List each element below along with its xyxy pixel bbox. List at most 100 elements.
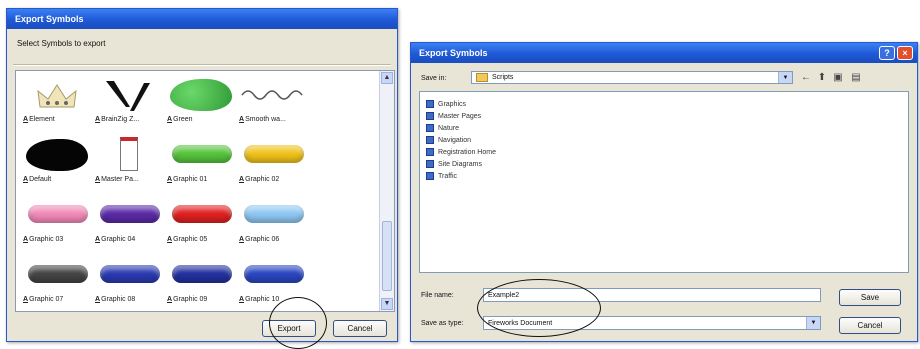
symbol-label: A Graphic 04 xyxy=(95,236,135,243)
close-icon: × xyxy=(902,48,908,58)
file-name-input[interactable]: Example2 xyxy=(483,288,821,302)
symbol-item[interactable]: A Graphic 06 xyxy=(238,195,308,251)
pill-graphic xyxy=(172,145,232,163)
instruction-label: Select Symbols to export xyxy=(17,39,106,48)
black-drop-graphic xyxy=(26,139,88,171)
symbol-label: A Default xyxy=(23,176,51,183)
folder-list[interactable]: Graphics Master Pages Nature Navigation Regi… xyxy=(419,91,909,273)
symbol-item[interactable]: A Graphic 02 xyxy=(238,135,308,191)
text-style-icon: A xyxy=(239,296,245,303)
folder-icon xyxy=(426,136,434,144)
symbol-thumbnail xyxy=(96,77,162,113)
up-folder-icon[interactable]: ⬆ xyxy=(815,71,829,83)
folder-item[interactable]: Nature xyxy=(426,124,459,132)
text-style-icon: A xyxy=(95,176,101,183)
pill-graphic xyxy=(100,265,160,283)
cancel-button[interactable]: Cancel xyxy=(839,317,901,334)
symbol-thumbnail xyxy=(168,197,234,233)
symbol-name: Graphic 03 xyxy=(29,236,64,243)
symbol-item[interactable]: A Graphic 08 xyxy=(94,255,164,311)
scroll-thumb[interactable] xyxy=(382,221,392,291)
view-menu-icon[interactable]: ▤ xyxy=(849,71,863,83)
text-style-icon: A xyxy=(23,296,29,303)
text-style-icon: A xyxy=(95,296,101,303)
text-style-icon: A xyxy=(167,176,173,183)
symbol-name: Graphic 10 xyxy=(245,296,280,303)
symbol-name: Smooth wa... xyxy=(245,116,286,123)
folder-item[interactable]: Graphics xyxy=(426,100,466,108)
symbol-thumbnail xyxy=(168,77,234,113)
symbol-label: A BrainZig Z... xyxy=(95,116,139,123)
pill-graphic xyxy=(28,205,88,223)
symbol-name: Green xyxy=(173,116,193,123)
symbol-gallery[interactable]: A Element A BrainZig Z... A Green A Smooth wa..… xyxy=(15,70,395,312)
pill-graphic xyxy=(28,265,88,283)
export-symbols-dialog: Export Symbols Select Symbols to export … xyxy=(6,8,398,349)
symbol-label: A Graphic 08 xyxy=(95,296,135,303)
symbol-item[interactable]: A Master Pa... xyxy=(94,135,164,191)
symbol-thumbnail xyxy=(96,197,162,233)
symbol-item[interactable]: A BrainZig Z... xyxy=(94,75,164,131)
export-button[interactable]: Export xyxy=(262,320,316,337)
cancel-button-label: Cancel xyxy=(857,321,883,330)
symbol-item[interactable]: A Graphic 01 xyxy=(166,135,236,191)
dialog-title: Export Symbols xyxy=(419,48,488,58)
folder-name: Master Pages xyxy=(438,112,482,120)
folder-name: Registration Home xyxy=(438,148,496,156)
symbol-thumbnail xyxy=(24,77,90,113)
symbol-thumbnail xyxy=(168,137,234,173)
gallery-scrollbar[interactable]: ▲ ▼ xyxy=(379,71,394,311)
scroll-down-button[interactable]: ▼ xyxy=(381,298,393,310)
symbol-name: BrainZig Z... xyxy=(101,116,140,123)
symbol-item[interactable]: A Graphic 04 xyxy=(94,195,164,251)
symbol-item[interactable]: A Default xyxy=(22,135,92,191)
save-in-value: Scripts xyxy=(492,74,514,81)
symbol-item[interactable]: A Graphic 10 xyxy=(238,255,308,311)
chevron-down-icon[interactable]: ▼ xyxy=(806,317,820,329)
symbol-label: A Graphic 10 xyxy=(239,296,279,303)
symbol-thumbnail xyxy=(24,137,90,173)
text-style-icon: A xyxy=(95,236,101,243)
pill-graphic xyxy=(244,145,304,163)
folder-icon xyxy=(426,160,434,168)
save-button[interactable]: Save xyxy=(839,289,901,306)
export-button-label: Export xyxy=(277,324,301,333)
folder-item[interactable]: Site Diagrams xyxy=(426,160,482,168)
folder-icon xyxy=(426,172,434,180)
save-as-type-dropdown[interactable]: Fireworks Document ▼ xyxy=(483,316,821,330)
scroll-up-button[interactable]: ▲ xyxy=(381,72,393,84)
symbol-label: A Graphic 09 xyxy=(167,296,207,303)
close-button[interactable]: × xyxy=(897,46,913,60)
separator xyxy=(13,64,391,66)
folder-item[interactable]: Master Pages xyxy=(426,112,481,120)
symbol-name: Graphic 01 xyxy=(173,176,208,183)
symbol-name: Graphic 06 xyxy=(245,236,280,243)
folder-name: Traffic xyxy=(438,172,458,180)
symbol-thumbnail xyxy=(240,257,306,293)
cancel-button[interactable]: Cancel xyxy=(333,320,387,337)
new-folder-icon[interactable]: ▣ xyxy=(831,71,845,83)
text-style-icon: A xyxy=(239,236,245,243)
folder-item[interactable]: Registration Home xyxy=(426,148,496,156)
green-drop-graphic xyxy=(170,79,232,111)
back-icon[interactable]: ← xyxy=(799,71,813,83)
symbol-item[interactable]: A Smooth wa... xyxy=(238,75,308,131)
symbol-label: A Graphic 01 xyxy=(167,176,207,183)
symbol-label: A Graphic 05 xyxy=(167,236,207,243)
symbol-item[interactable]: A Graphic 05 xyxy=(166,195,236,251)
chevron-down-icon[interactable]: ▼ xyxy=(778,72,792,83)
help-icon: ? xyxy=(884,48,890,58)
symbol-label: A Green xyxy=(167,116,193,123)
folder-icon xyxy=(426,112,434,120)
save-in-dropdown[interactable]: Scripts ▼ xyxy=(471,71,793,84)
folder-item[interactable]: Navigation xyxy=(426,136,471,144)
symbol-item[interactable]: A Green xyxy=(166,75,236,131)
symbol-item[interactable]: A Graphic 03 xyxy=(22,195,92,251)
symbol-item[interactable]: A Graphic 07 xyxy=(22,255,92,311)
help-button[interactable]: ? xyxy=(879,46,895,60)
dialog-title-bar: Export Symbols xyxy=(7,9,397,29)
symbol-item[interactable]: A Element xyxy=(22,75,92,131)
zigzag-graphic xyxy=(106,81,150,111)
folder-item[interactable]: Traffic xyxy=(426,172,457,180)
symbol-item[interactable]: A Graphic 09 xyxy=(166,255,236,311)
